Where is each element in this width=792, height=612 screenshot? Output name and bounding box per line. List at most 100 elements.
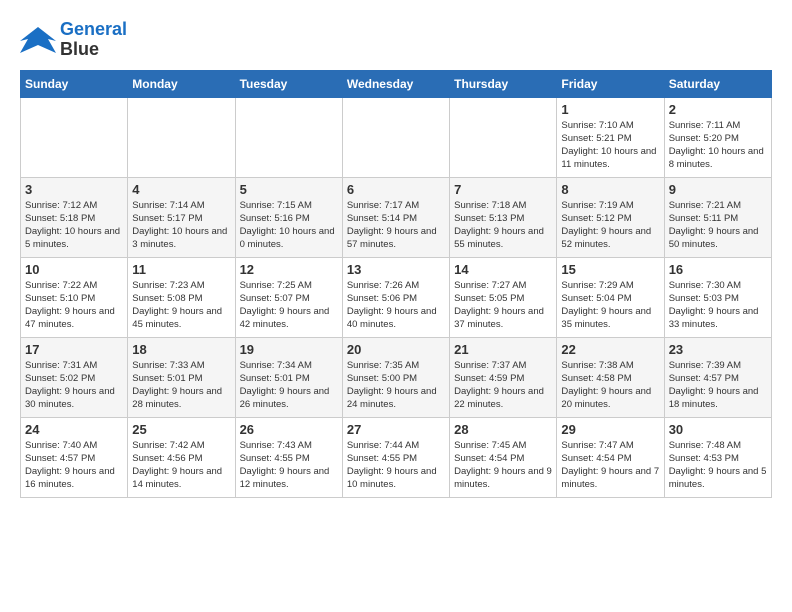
day-number: 3	[25, 182, 123, 197]
calendar-cell: 28 Sunrise: 7:45 AM Sunset: 4:54 PM Dayli…	[450, 417, 557, 497]
day-number: 24	[25, 422, 123, 437]
day-number: 17	[25, 342, 123, 357]
day-number: 8	[561, 182, 659, 197]
day-info: Sunrise: 7:12 AM Sunset: 5:18 PM Dayligh…	[25, 199, 123, 252]
day-number: 21	[454, 342, 552, 357]
calendar-table: SundayMondayTuesdayWednesdayThursdayFrid…	[20, 70, 772, 498]
calendar-cell: 13Sunrise: 7:26 AM Sunset: 5:06 PM Dayli…	[342, 257, 449, 337]
logo-text: General Blue	[60, 20, 127, 60]
calendar-cell: 17 Sunrise: 7:31 AM Sunset: 5:02 PM Dayli…	[21, 337, 128, 417]
day-number: 18	[132, 342, 230, 357]
calendar-week-2: 3 Sunrise: 7:12 AM Sunset: 5:18 PM Daylig…	[21, 177, 772, 257]
logo: General Blue	[20, 20, 127, 60]
calendar-header-monday: Monday	[128, 70, 235, 97]
calendar-cell	[128, 97, 235, 177]
calendar-week-5: 24 Sunrise: 7:40 AM Sunset: 4:57 PM Dayli…	[21, 417, 772, 497]
day-number: 7	[454, 182, 552, 197]
day-number: 25	[132, 422, 230, 437]
day-info: Sunrise: 7:38 AM Sunset: 4:58 PM Dayligh…	[561, 359, 659, 412]
calendar-week-1: 1 Sunrise: 7:10 AM Sunset: 5:21 PM Daylig…	[21, 97, 772, 177]
calendar-cell: 3 Sunrise: 7:12 AM Sunset: 5:18 PM Daylig…	[21, 177, 128, 257]
calendar-cell	[235, 97, 342, 177]
calendar-cell: 14 Sunrise: 7:27 AM Sunset: 5:05 PM Dayli…	[450, 257, 557, 337]
day-number: 12	[240, 262, 338, 277]
calendar-cell: 23 Sunrise: 7:39 AM Sunset: 4:57 PM Dayli…	[664, 337, 771, 417]
calendar-week-4: 17 Sunrise: 7:31 AM Sunset: 5:02 PM Dayli…	[21, 337, 772, 417]
calendar-cell: 21 Sunrise: 7:37 AM Sunset: 4:59 PM Dayli…	[450, 337, 557, 417]
calendar-cell: 9Sunrise: 7:21 AM Sunset: 5:11 PM Daylig…	[664, 177, 771, 257]
calendar-header-wednesday: Wednesday	[342, 70, 449, 97]
calendar-cell: 30 Sunrise: 7:48 AM Sunset: 4:53 PM Dayli…	[664, 417, 771, 497]
calendar-cell: 15Sunrise: 7:29 AM Sunset: 5:04 PM Dayli…	[557, 257, 664, 337]
day-info: Sunrise: 7:42 AM Sunset: 4:56 PM Dayligh…	[132, 439, 230, 492]
day-info: Sunrise: 7:44 AM Sunset: 4:55 PM Dayligh…	[347, 439, 445, 492]
day-number: 29	[561, 422, 659, 437]
day-number: 9	[669, 182, 767, 197]
day-info: Sunrise: 7:48 AM Sunset: 4:53 PM Dayligh…	[669, 439, 767, 492]
day-number: 16	[669, 262, 767, 277]
day-info: Sunrise: 7:45 AM Sunset: 4:54 PM Dayligh…	[454, 439, 552, 492]
calendar-cell: 12 Sunrise: 7:25 AM Sunset: 5:07 PM Dayli…	[235, 257, 342, 337]
day-info: Sunrise: 7:37 AM Sunset: 4:59 PM Dayligh…	[454, 359, 552, 412]
day-number: 5	[240, 182, 338, 197]
day-number: 1	[561, 102, 659, 117]
day-number: 26	[240, 422, 338, 437]
calendar-cell: 24 Sunrise: 7:40 AM Sunset: 4:57 PM Dayli…	[21, 417, 128, 497]
calendar-cell: 6 Sunrise: 7:17 AM Sunset: 5:14 PM Daylig…	[342, 177, 449, 257]
calendar-week-3: 10Sunrise: 7:22 AM Sunset: 5:10 PM Dayli…	[21, 257, 772, 337]
calendar-cell: 25 Sunrise: 7:42 AM Sunset: 4:56 PM Dayli…	[128, 417, 235, 497]
day-info: Sunrise: 7:25 AM Sunset: 5:07 PM Dayligh…	[240, 279, 338, 332]
day-info: Sunrise: 7:15 AM Sunset: 5:16 PM Dayligh…	[240, 199, 338, 252]
calendar-cell: 11 Sunrise: 7:23 AM Sunset: 5:08 PM Dayli…	[128, 257, 235, 337]
calendar-cell	[450, 97, 557, 177]
day-info: Sunrise: 7:31 AM Sunset: 5:02 PM Dayligh…	[25, 359, 123, 412]
calendar-cell	[21, 97, 128, 177]
calendar-cell: 10Sunrise: 7:22 AM Sunset: 5:10 PM Dayli…	[21, 257, 128, 337]
calendar-cell: 7 Sunrise: 7:18 AM Sunset: 5:13 PM Daylig…	[450, 177, 557, 257]
day-info: Sunrise: 7:14 AM Sunset: 5:17 PM Dayligh…	[132, 199, 230, 252]
day-number: 28	[454, 422, 552, 437]
day-number: 6	[347, 182, 445, 197]
day-number: 14	[454, 262, 552, 277]
logo-icon	[20, 25, 56, 55]
day-number: 11	[132, 262, 230, 277]
calendar-cell: 16Sunrise: 7:30 AM Sunset: 5:03 PM Dayli…	[664, 257, 771, 337]
day-info: Sunrise: 7:27 AM Sunset: 5:05 PM Dayligh…	[454, 279, 552, 332]
calendar-cell	[342, 97, 449, 177]
day-info: Sunrise: 7:35 AM Sunset: 5:00 PM Dayligh…	[347, 359, 445, 412]
calendar-body: 1 Sunrise: 7:10 AM Sunset: 5:21 PM Daylig…	[21, 97, 772, 497]
day-info: Sunrise: 7:17 AM Sunset: 5:14 PM Dayligh…	[347, 199, 445, 252]
day-info: Sunrise: 7:11 AM Sunset: 5:20 PM Dayligh…	[669, 119, 767, 172]
day-info: Sunrise: 7:40 AM Sunset: 4:57 PM Dayligh…	[25, 439, 123, 492]
day-number: 2	[669, 102, 767, 117]
day-info: Sunrise: 7:39 AM Sunset: 4:57 PM Dayligh…	[669, 359, 767, 412]
calendar-cell: 20 Sunrise: 7:35 AM Sunset: 5:00 PM Dayli…	[342, 337, 449, 417]
calendar-header-friday: Friday	[557, 70, 664, 97]
day-number: 22	[561, 342, 659, 357]
day-info: Sunrise: 7:10 AM Sunset: 5:21 PM Dayligh…	[561, 119, 659, 172]
day-info: Sunrise: 7:47 AM Sunset: 4:54 PM Dayligh…	[561, 439, 659, 492]
calendar-cell: 8 Sunrise: 7:19 AM Sunset: 5:12 PM Daylig…	[557, 177, 664, 257]
calendar-header-tuesday: Tuesday	[235, 70, 342, 97]
calendar-cell: 27 Sunrise: 7:44 AM Sunset: 4:55 PM Dayli…	[342, 417, 449, 497]
day-number: 30	[669, 422, 767, 437]
day-info: Sunrise: 7:18 AM Sunset: 5:13 PM Dayligh…	[454, 199, 552, 252]
day-number: 13	[347, 262, 445, 277]
calendar-cell: 26Sunrise: 7:43 AM Sunset: 4:55 PM Dayli…	[235, 417, 342, 497]
calendar-cell: 19Sunrise: 7:34 AM Sunset: 5:01 PM Dayli…	[235, 337, 342, 417]
calendar-cell: 18Sunrise: 7:33 AM Sunset: 5:01 PM Dayli…	[128, 337, 235, 417]
day-number: 20	[347, 342, 445, 357]
day-number: 27	[347, 422, 445, 437]
calendar-cell: 29 Sunrise: 7:47 AM Sunset: 4:54 PM Dayli…	[557, 417, 664, 497]
calendar-header-saturday: Saturday	[664, 70, 771, 97]
day-number: 4	[132, 182, 230, 197]
calendar-cell: 1 Sunrise: 7:10 AM Sunset: 5:21 PM Daylig…	[557, 97, 664, 177]
calendar-header-thursday: Thursday	[450, 70, 557, 97]
day-info: Sunrise: 7:19 AM Sunset: 5:12 PM Dayligh…	[561, 199, 659, 252]
calendar-cell: 2 Sunrise: 7:11 AM Sunset: 5:20 PM Daylig…	[664, 97, 771, 177]
day-info: Sunrise: 7:23 AM Sunset: 5:08 PM Dayligh…	[132, 279, 230, 332]
header: General Blue	[20, 20, 772, 60]
day-number: 15	[561, 262, 659, 277]
day-number: 19	[240, 342, 338, 357]
day-number: 23	[669, 342, 767, 357]
